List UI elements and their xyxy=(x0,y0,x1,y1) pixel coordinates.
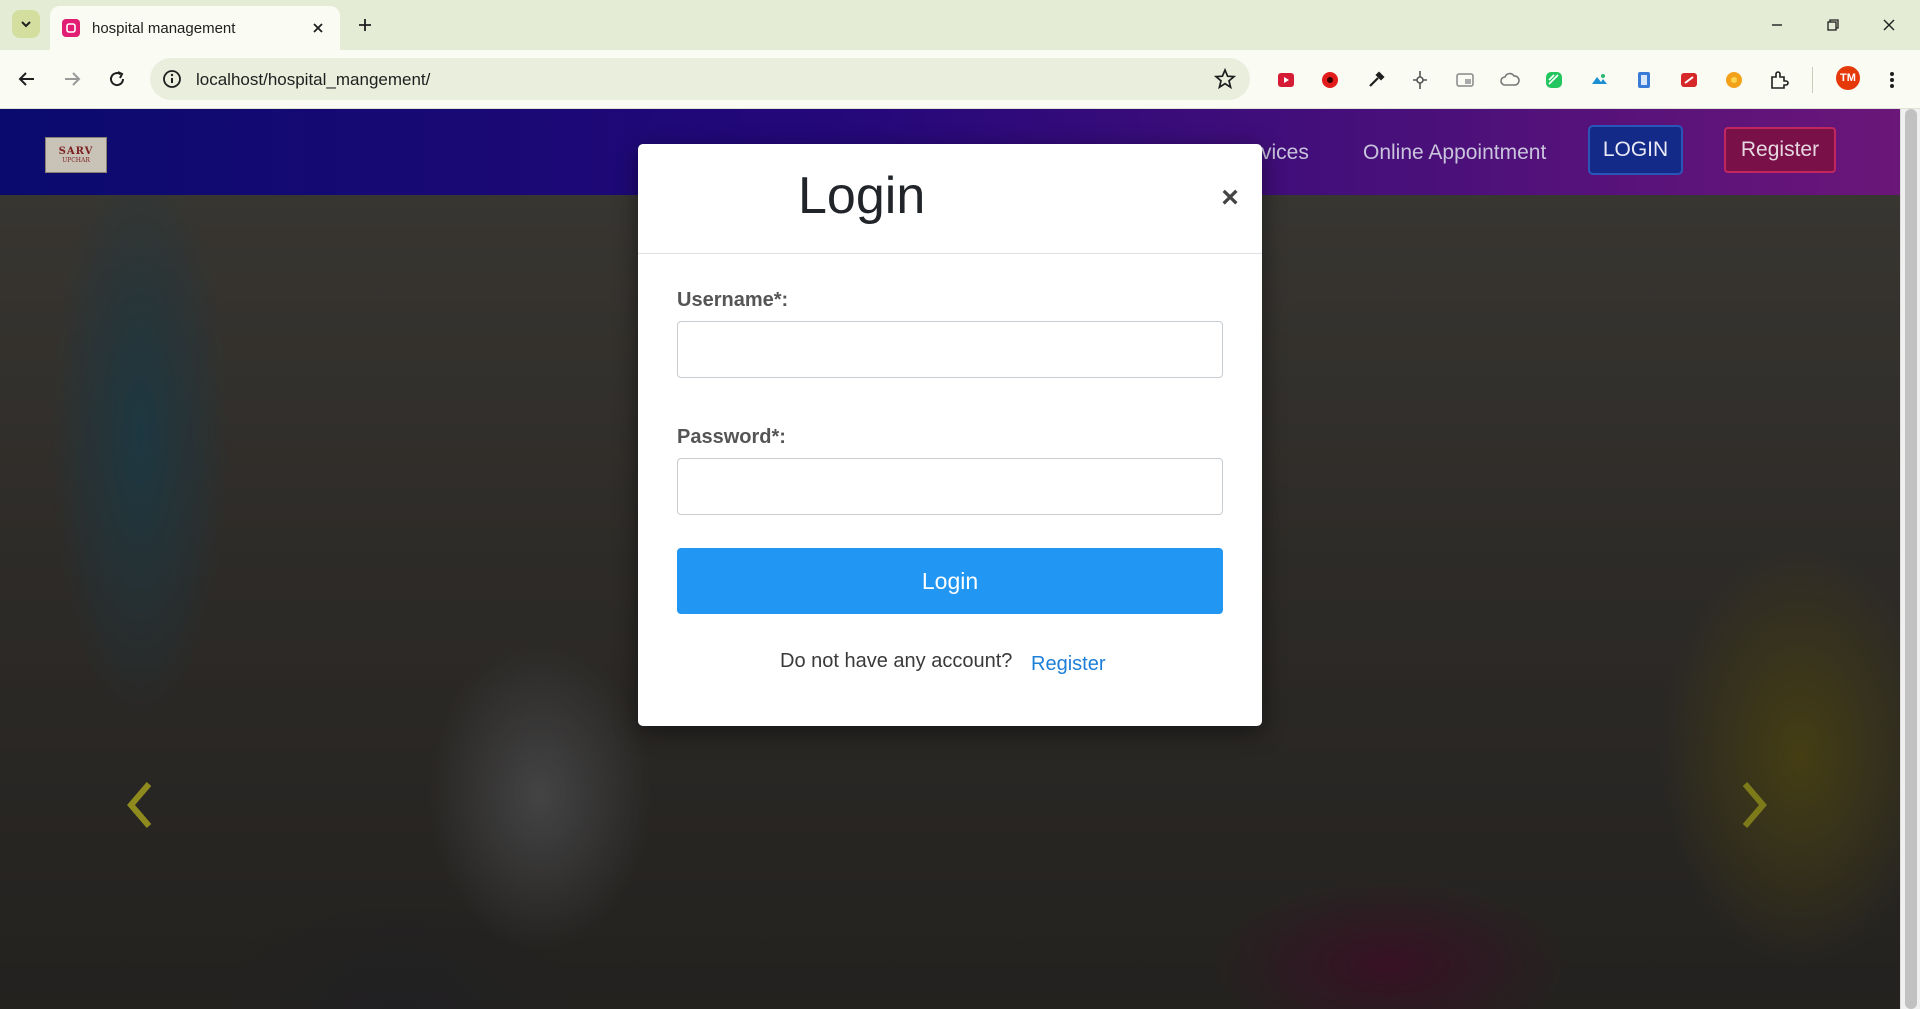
extension-network-icon[interactable] xyxy=(1408,68,1432,92)
extension-eyedropper-icon[interactable] xyxy=(1364,68,1388,92)
extension-clipboard-icon[interactable] xyxy=(1632,68,1656,92)
web-page: SARV UPCHAR rvices Online Appointment LO… xyxy=(0,109,1900,1009)
extension-record-icon[interactable] xyxy=(1318,68,1342,92)
arrow-left-icon xyxy=(18,72,34,86)
password-input[interactable] xyxy=(677,458,1223,515)
extension-window-icon[interactable] xyxy=(1453,68,1477,92)
site-favicon-icon xyxy=(62,19,80,37)
nav-link-services[interactable]: rvices xyxy=(1254,141,1309,165)
scrollbar-thumb[interactable] xyxy=(1905,109,1917,1009)
forward-button[interactable] xyxy=(57,64,87,94)
close-window-button[interactable] xyxy=(1874,10,1904,40)
back-button[interactable] xyxy=(12,64,42,94)
tab-search-button[interactable] xyxy=(12,10,40,38)
plus-icon xyxy=(359,19,371,31)
tab-title: hospital management xyxy=(92,19,236,37)
logo-subtext: UPCHAR xyxy=(62,156,90,164)
nav-register-button[interactable]: Register xyxy=(1724,127,1836,173)
url-text[interactable]: localhost/hospital_mangement/ xyxy=(196,70,430,90)
browser-tab-strip: hospital management xyxy=(0,0,1920,50)
address-bar[interactable]: localhost/hospital_mangement/ xyxy=(150,58,1250,100)
minimize-window-button[interactable] xyxy=(1762,10,1792,40)
minimize-icon xyxy=(1772,24,1782,26)
chevron-left-icon xyxy=(127,782,152,828)
nav-login-button[interactable]: LOGIN xyxy=(1588,125,1683,175)
restore-icon xyxy=(1827,19,1839,31)
register-link[interactable]: Register xyxy=(1031,653,1105,676)
browser-toolbar: localhost/hospital_mangement/ xyxy=(0,50,1920,109)
chevron-down-icon xyxy=(21,21,31,28)
profile-avatar[interactable]: TM xyxy=(1836,66,1860,90)
chevron-right-icon xyxy=(1742,782,1767,828)
reload-button[interactable] xyxy=(102,64,132,94)
no-account-text: Do not have any account? xyxy=(780,650,1013,672)
close-icon[interactable]: × xyxy=(1216,181,1244,214)
logo-text: SARV xyxy=(58,145,94,157)
restore-window-button[interactable] xyxy=(1818,10,1848,40)
extension-video-icon[interactable] xyxy=(1274,68,1298,92)
browser-tab[interactable]: hospital management xyxy=(50,6,340,50)
carousel-prev-button[interactable] xyxy=(120,775,160,835)
site-info-icon[interactable] xyxy=(162,69,182,89)
close-icon xyxy=(1883,19,1895,31)
modal-title: Login xyxy=(798,167,926,225)
username-input[interactable] xyxy=(677,321,1223,378)
extensions-puzzle-icon[interactable] xyxy=(1767,68,1791,92)
extension-green-icon[interactable] xyxy=(1542,68,1566,92)
site-logo[interactable]: SARV UPCHAR xyxy=(45,137,107,173)
new-tab-button[interactable] xyxy=(352,12,378,38)
page-scrollbar[interactable] xyxy=(1900,109,1920,1009)
browser-menu-icon[interactable] xyxy=(1880,68,1904,92)
login-modal: Login × Username*: Password*: Login Do n… xyxy=(638,144,1262,726)
tab-close-icon[interactable] xyxy=(308,18,328,38)
arrow-right-icon xyxy=(65,72,81,86)
carousel-next-button[interactable] xyxy=(1734,775,1774,835)
reload-icon xyxy=(110,71,125,87)
extension-orange-icon[interactable] xyxy=(1722,68,1746,92)
extension-screenshot-icon[interactable] xyxy=(1587,68,1611,92)
password-label: Password*: xyxy=(677,426,786,448)
extension-cloud-icon[interactable] xyxy=(1498,68,1522,92)
nav-link-online-appointment[interactable]: Online Appointment xyxy=(1363,141,1546,165)
toolbar-divider xyxy=(1812,67,1813,93)
username-label: Username*: xyxy=(677,289,789,311)
extension-red-tool-icon[interactable] xyxy=(1677,68,1701,92)
login-submit-button[interactable]: Login xyxy=(677,548,1223,614)
bookmark-star-icon[interactable] xyxy=(1214,68,1236,90)
modal-header: Login × xyxy=(638,144,1262,254)
